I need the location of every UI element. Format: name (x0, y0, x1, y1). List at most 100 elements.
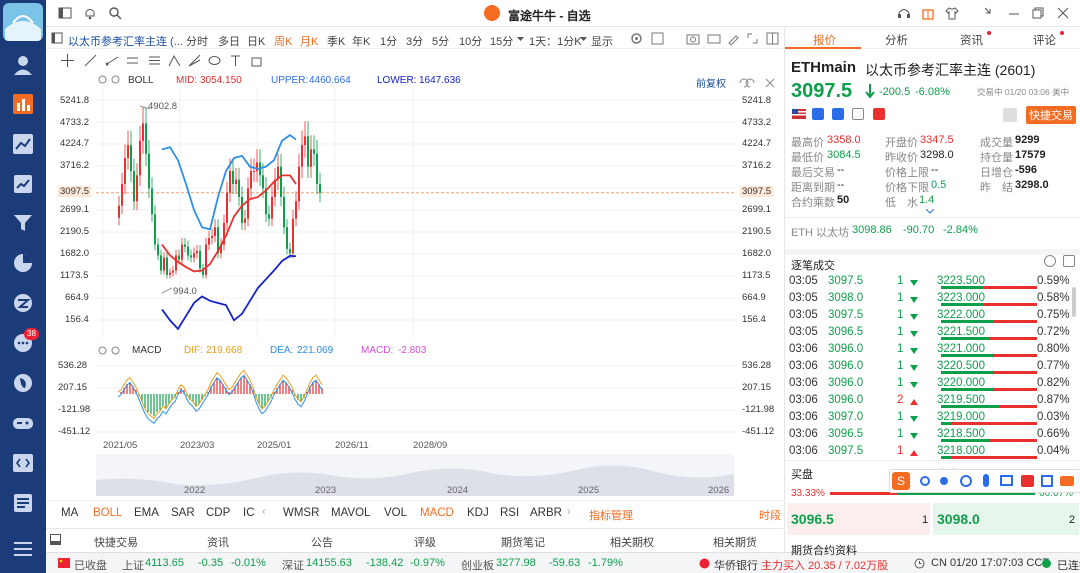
chart-nav-icons[interactable] (738, 77, 780, 89)
panel-collapse-icon[interactable] (50, 534, 61, 545)
user-icon[interactable] (12, 54, 34, 76)
bell-icon[interactable] (83, 6, 97, 20)
popout-icon[interactable] (1063, 255, 1075, 267)
tab-ma[interactable]: MA (61, 507, 78, 519)
display-menu[interactable]: 显示 (591, 33, 613, 49)
tab-comments[interactable]: 评论 (1033, 32, 1056, 48)
menu-icon[interactable] (12, 538, 34, 560)
tf-intraday[interactable]: 分时 (186, 33, 208, 49)
price-chart[interactable] (96, 88, 736, 338)
stock-ticker-name[interactable]: 华侨银行 (714, 557, 758, 573)
close-icon[interactable] (111, 75, 120, 84)
tab-sar[interactable]: SAR (171, 507, 195, 519)
tf-week[interactable]: 周K (274, 33, 292, 49)
tab-related-options[interactable]: 相关期权 (610, 534, 654, 550)
expand-icon[interactable] (746, 32, 759, 45)
tab-vol[interactable]: VOL (384, 507, 407, 519)
ime-voice-icon[interactable] (983, 474, 989, 487)
indicator-manage-button[interactable]: 指标管理 (589, 507, 633, 523)
symbol-title[interactable]: 以太币参考汇率主连 (... (68, 33, 183, 49)
line-tool-icon[interactable] (84, 54, 97, 67)
settings-icon[interactable] (630, 32, 643, 45)
shirt-icon[interactable] (945, 6, 959, 20)
split-view-icon[interactable] (766, 32, 779, 45)
tf-10min[interactable]: 10分 (459, 33, 482, 49)
tab-ic[interactable]: IC (243, 507, 255, 519)
tab-futures-notes[interactable]: 期货笔记 (501, 534, 545, 550)
tf-day[interactable]: 日K (247, 33, 265, 49)
tabs-next-icon[interactable]: › (567, 506, 571, 518)
macd-chart-canvas[interactable] (96, 358, 736, 438)
time-range-navigator[interactable]: 2022 2023 2024 2025 2026 (96, 454, 734, 496)
close-icon[interactable] (1056, 6, 1070, 20)
pitchfork-icon[interactable] (168, 54, 181, 67)
tab-arbr[interactable]: ARBR (530, 507, 562, 519)
tf-15min[interactable]: 15分 (490, 33, 513, 49)
close-icon[interactable] (111, 346, 120, 355)
tab-rsi[interactable]: RSI (500, 507, 519, 519)
color-box-icon[interactable] (651, 32, 664, 45)
tab-rating[interactable]: 评级 (414, 534, 436, 550)
ime-skin-icon[interactable] (1021, 475, 1034, 487)
tab-quote[interactable]: 报价 (813, 32, 836, 48)
pie-chart-icon[interactable] (12, 252, 34, 274)
tab-info[interactable]: 资讯 (960, 32, 983, 48)
tf-5min[interactable]: 5分 (432, 33, 449, 49)
tab-related-futures[interactable]: 相关期货 (713, 534, 757, 550)
ime-punct-icon[interactable] (940, 477, 948, 485)
tab-kdj[interactable]: KDJ (467, 507, 489, 519)
tf-year[interactable]: 年K (352, 33, 370, 49)
tf-month[interactable]: 月K (300, 33, 318, 49)
bag-icon[interactable] (250, 54, 263, 67)
discover-icon[interactable] (12, 372, 34, 394)
ime-game-icon[interactable] (1060, 476, 1074, 486)
trend-line-icon[interactable] (106, 54, 119, 67)
sz-index-name[interactable]: 深证 (282, 557, 304, 573)
tab-ema[interactable]: EMA (134, 507, 159, 519)
tab-macd[interactable]: MACD (420, 507, 454, 519)
fib-icon[interactable] (148, 54, 161, 67)
minimize-icon[interactable] (1007, 6, 1021, 20)
community-icon[interactable] (12, 292, 34, 314)
contract-info-title[interactable]: 期货合约资料 (791, 542, 857, 558)
search-icon[interactable] (108, 6, 122, 20)
portfolio-icon[interactable] (12, 173, 34, 195)
tf-3min[interactable]: 3分 (406, 33, 423, 49)
restore-icon[interactable] (1031, 6, 1045, 20)
trend-icon[interactable] (12, 133, 34, 155)
ime-toolbar[interactable]: S (889, 469, 1080, 493)
tf-quarter[interactable]: 季K (327, 33, 345, 49)
game-icon[interactable] (12, 412, 34, 434)
tab-cdp[interactable]: CDP (206, 507, 230, 519)
filter-icon[interactable] (12, 212, 34, 234)
pen-icon[interactable] (727, 32, 740, 45)
tab-analysis[interactable]: 分析 (885, 32, 908, 48)
settings-icon[interactable] (98, 346, 107, 355)
quick-trade-button[interactable]: 快捷交易 (1026, 106, 1076, 124)
shrink-icon[interactable] (983, 6, 997, 20)
price-chart-canvas[interactable] (96, 88, 736, 338)
ime-emoji-icon[interactable] (960, 475, 972, 487)
gann-icon[interactable] (188, 54, 201, 67)
camera-icon[interactable] (686, 32, 700, 45)
tab-wmsr[interactable]: WMSR (283, 507, 319, 519)
macd-chart[interactable] (96, 358, 736, 438)
favorite-heart-icon[interactable] (873, 108, 885, 120)
code-icon[interactable] (12, 452, 34, 474)
gift-icon[interactable] (921, 6, 935, 20)
text-tool-icon[interactable] (229, 54, 242, 67)
keyboard-icon[interactable] (707, 32, 721, 45)
ime-grid-icon[interactable] (1041, 475, 1053, 487)
app-logo[interactable] (3, 3, 43, 41)
panel-toggle-icon[interactable] (51, 32, 63, 44)
tf-multiday[interactable]: 多日 (218, 33, 240, 49)
settings-icon[interactable] (98, 75, 107, 84)
note-icon[interactable] (852, 108, 864, 120)
layout-icon[interactable] (58, 6, 72, 20)
tab-mavol[interactable]: MAVOL (331, 507, 370, 519)
bell-icon[interactable] (1003, 108, 1017, 122)
ellipse-icon[interactable] (208, 54, 221, 67)
tab-quick-trade[interactable]: 快捷交易 (94, 534, 138, 550)
tab-news[interactable]: 资讯 (207, 534, 229, 550)
tab-boll[interactable]: BOLL (93, 507, 122, 519)
